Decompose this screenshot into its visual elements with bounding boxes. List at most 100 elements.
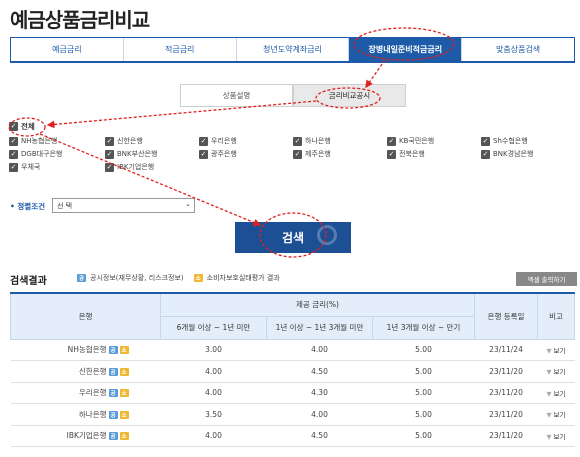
checkbox-checked-icon[interactable]: ✓ (9, 162, 18, 172)
bank-checkbox-item[interactable]: ✓ BNK부산은행 (105, 149, 199, 159)
header-rate-1y: 1년 이상 ~ 1년 3개월 미만 (266, 315, 373, 340)
cell-date: 23/11/20 (474, 360, 538, 383)
bank-checkbox-item[interactable]: ✓ 우리은행 (199, 136, 293, 146)
consumer-eval-icon[interactable]: 소 (119, 410, 129, 419)
bank-name[interactable]: 신한은행 (79, 367, 107, 376)
bank-checkbox-item[interactable]: ✓ Sh수협은행 (481, 136, 575, 146)
bank-checkbox-item[interactable]: ✓ 제주은행 (293, 149, 387, 159)
checkbox-checked-icon[interactable]: ✓ (9, 149, 18, 159)
cell-bank: IBK기업은행 공 소 (10, 425, 161, 447)
bank-checkbox-item[interactable]: ✓ 하나은행 (293, 136, 387, 146)
header-note: 비고 (537, 292, 575, 340)
bank-checkbox-label: 우체국 (21, 163, 41, 171)
tab-custom-search[interactable]: 맞춤상품검색 (462, 38, 574, 61)
checkbox-checked-icon[interactable]: ✓ (105, 136, 114, 146)
tab-soldier-savings-rate[interactable]: 장병내일준비적금금리 (349, 38, 463, 61)
search-button[interactable]: 검색 (235, 222, 351, 253)
table-row: 하나은행 공 소 3.50 4.00 5.00 23/11/20 ▼ 보기 (10, 403, 575, 426)
table-row: IBK기업은행 공 소 4.00 4.50 5.00 23/11/20 ▼ 보기 (10, 425, 575, 447)
bank-checkbox-list: ✓ NH농협은행 ✓ 신한은행 ✓ 우리은행 ✓ 하나은행 ✓ KB국민은행 ✓ Sh수협은행 ✓ DGB… (9, 136, 579, 172)
checkbox-checked-icon[interactable]: ✓ (387, 149, 396, 159)
bank-checkbox-item[interactable]: ✓ DGB대구은행 (9, 149, 105, 159)
consumer-eval-icon: 소 (193, 274, 203, 282)
cell-rate-1y: 4.00 (266, 339, 373, 361)
cell-date: 23/11/20 (474, 425, 538, 447)
cell-rate-6m: 4.00 (160, 382, 267, 404)
annotation-arrow-1 (365, 59, 386, 89)
tab-savings-rate[interactable]: 적금금리 (124, 38, 237, 61)
chevron-down-icon: ▼ (546, 411, 552, 420)
bank-checkbox-item[interactable]: ✓ IBK기업은행 (105, 162, 199, 172)
public-info-icon[interactable]: 공 (108, 346, 118, 355)
bank-checkbox-item[interactable]: ✓ 전북은행 (387, 149, 481, 159)
bank-checkbox-label: 광주은행 (211, 150, 237, 158)
bank-checkbox-label: 신한은행 (117, 137, 143, 145)
cell-date: 23/11/20 (474, 403, 538, 426)
checkbox-checked-icon[interactable]: ✓ (481, 136, 490, 146)
cell-rate-15m: 5.00 (372, 360, 475, 383)
bank-name[interactable]: 우리은행 (79, 388, 107, 397)
bank-checkbox-item[interactable]: ✓ BNK경남은행 (481, 149, 575, 159)
public-info-icon[interactable]: 공 (108, 432, 118, 441)
checkbox-checked-icon[interactable]: ✓ (199, 136, 208, 146)
sort-select[interactable]: 선 택 ⌄ (52, 198, 195, 213)
excel-export-button[interactable]: 엑셀 출력하기 (516, 272, 577, 286)
consumer-eval-icon[interactable]: 소 (119, 346, 129, 355)
subtab-rate-comparison[interactable]: 금리비교공시 (293, 84, 406, 107)
cell-note: ▼ 보기 (537, 382, 575, 404)
bank-checkbox-item[interactable]: ✓ NH농협은행 (9, 136, 105, 146)
checkbox-checked-icon[interactable]: ✓ (293, 136, 302, 146)
check-all[interactable]: ✓ 전체 (9, 121, 35, 132)
public-info-icon: 공 (77, 274, 86, 282)
bank-checkbox-item[interactable]: ✓ KB국민은행 (387, 136, 481, 146)
checkbox-checked-icon[interactable]: ✓ (387, 136, 396, 146)
cell-rate-1y: 4.30 (266, 382, 373, 404)
public-info-icon[interactable]: 공 (108, 367, 118, 376)
header-date: 은행 등록일 (474, 292, 538, 340)
public-info-icon[interactable]: 공 (108, 410, 118, 419)
checkbox-checked-icon[interactable]: ✓ (105, 149, 114, 159)
view-more-button[interactable]: ▼ 보기 (547, 411, 566, 419)
bank-checkbox-label: 전북은행 (399, 150, 425, 158)
bank-checkbox-item[interactable]: ✓ 광주은행 (199, 149, 293, 159)
header-rate-6m: 6개월 이상 ~ 1년 미만 (160, 315, 267, 340)
view-more-button[interactable]: ▼ 보기 (547, 390, 566, 398)
bank-checkbox-item[interactable]: ✓ 우체국 (9, 162, 105, 172)
bank-checkbox-label: BNK부산은행 (117, 150, 158, 158)
view-more-button[interactable]: ▼ 보기 (547, 368, 566, 376)
consumer-eval-icon[interactable]: 소 (119, 432, 129, 441)
view-more-button[interactable]: ▼ 보기 (547, 347, 566, 355)
bank-checkbox-label: 우리은행 (211, 137, 237, 145)
sort-select-value: 선 택 (57, 201, 73, 210)
cell-rate-6m: 3.00 (160, 339, 267, 361)
header-bank: 은행 (10, 292, 161, 340)
legend-public-text: 공시정보(재무상황, 리스크정보) (90, 274, 184, 282)
cell-rate-15m: 5.00 (372, 403, 475, 426)
cell-rate-6m: 4.00 (160, 425, 267, 447)
consumer-eval-icon[interactable]: 소 (119, 389, 129, 398)
public-info-icon[interactable]: 공 (108, 389, 118, 398)
subtab-product-description[interactable]: 상품설명 (180, 84, 293, 107)
consumer-eval-icon[interactable]: 소 (119, 367, 129, 376)
bank-name[interactable]: NH농협은행 (68, 345, 107, 354)
checkbox-checked-icon[interactable]: ✓ (9, 122, 18, 131)
checkbox-checked-icon[interactable]: ✓ (105, 162, 114, 172)
cell-note: ▼ 보기 (537, 425, 575, 447)
header-rate-15m: 1년 3개월 이상 ~ 만기 (372, 315, 475, 340)
checkbox-checked-icon[interactable]: ✓ (9, 136, 18, 146)
tab-youth-leap-rate[interactable]: 청년도약계좌금리 (237, 38, 350, 61)
cell-rate-1y: 4.00 (266, 403, 373, 426)
view-more-button[interactable]: ▼ 보기 (547, 433, 566, 441)
checkbox-checked-icon[interactable]: ✓ (481, 149, 490, 159)
checkbox-checked-icon[interactable]: ✓ (199, 149, 208, 159)
tab-deposit-rate[interactable]: 예금금리 (11, 38, 124, 61)
cell-bank: 하나은행 공 소 (10, 403, 161, 426)
cell-bank: 우리은행 공 소 (10, 382, 161, 404)
checkbox-checked-icon[interactable]: ✓ (293, 149, 302, 159)
chevron-down-icon: ▼ (546, 432, 552, 441)
bank-name[interactable]: IBK기업은행 (67, 431, 107, 440)
bank-checkbox-item[interactable]: ✓ 신한은행 (105, 136, 199, 146)
results-table: 은행 제공 금리(%) 은행 등록일 비고 6개월 이상 ~ 1년 미만 1년 … (10, 292, 575, 447)
bank-name[interactable]: 하나은행 (79, 410, 107, 419)
header-rate-group: 제공 금리(%) (160, 292, 475, 317)
